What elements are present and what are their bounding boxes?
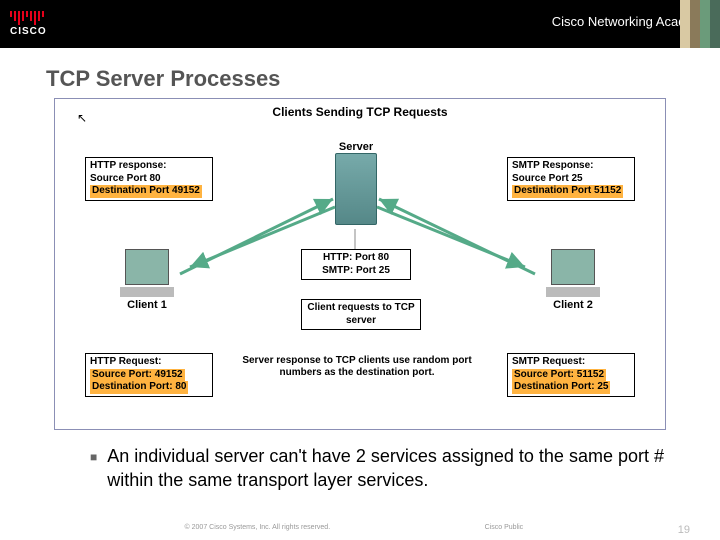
slide-title: TCP Server Processes [46, 66, 720, 92]
server-label: Server [335, 141, 377, 153]
diagram-frame: ↖ Clients Sending TCP Requests Server HT… [54, 98, 666, 430]
client2-label: Client 2 [543, 299, 603, 311]
copyright: © 2007 Cisco Systems, Inc. All rights re… [185, 524, 331, 536]
footer: © 2007 Cisco Systems, Inc. All rights re… [0, 524, 720, 536]
footer-label: Cisco Public [485, 524, 524, 536]
cursor-icon: ↖ [77, 111, 87, 125]
smtp-response-box: SMTP Response: Source Port 25 Destinatio… [507, 157, 635, 201]
label: HTTP Request: [90, 356, 208, 369]
label: Source Port: 51152 [512, 369, 606, 382]
bullet-point: ■ An individual server can't have 2 serv… [90, 444, 720, 493]
page-number: 19 [678, 524, 690, 536]
client1-graphic: Client 1 [117, 249, 177, 311]
label: HTTP: Port 80 [306, 252, 406, 265]
label: SMTP Response: [512, 160, 630, 173]
label: HTTP response: [90, 160, 208, 173]
header-accent [680, 0, 720, 48]
http-request-box: HTTP Request: Source Port: 49152 Destina… [85, 353, 213, 397]
header-bar: CISCO Cisco Networking Academy [0, 0, 720, 48]
label: Source Port 80 [90, 173, 208, 186]
bullet-icon: ■ [90, 449, 97, 493]
client2-graphic: Client 2 [543, 249, 603, 311]
label: Destination Port 49152 [90, 185, 202, 198]
label: Source Port: 49152 [90, 369, 185, 382]
label: Destination Port: 25 [512, 381, 610, 394]
cisco-logo: CISCO [10, 11, 47, 37]
label: SMTP Request: [512, 356, 630, 369]
brand-text: CISCO [10, 26, 47, 37]
label: Destination Port: 80 [90, 381, 188, 394]
label: SMTP: Port 25 [306, 265, 406, 278]
server-graphic: Server [335, 141, 377, 225]
client1-label: Client 1 [117, 299, 177, 311]
bullet-text: An individual server can't have 2 servic… [107, 444, 680, 493]
label: Destination Port 51152 [512, 185, 623, 198]
smtp-request-box: SMTP Request: Source Port: 51152 Destina… [507, 353, 635, 397]
server-ports-box: HTTP: Port 80 SMTP: Port 25 [301, 249, 411, 280]
destination-note: Server response to TCP clients use rando… [239, 355, 475, 379]
http-response-box: HTTP response: Source Port 80 Destinatio… [85, 157, 213, 201]
label: Source Port 25 [512, 173, 630, 186]
client-requests-box: Client requests to TCP server [301, 299, 421, 330]
diagram-title: Clients Sending TCP Requests [55, 105, 665, 119]
